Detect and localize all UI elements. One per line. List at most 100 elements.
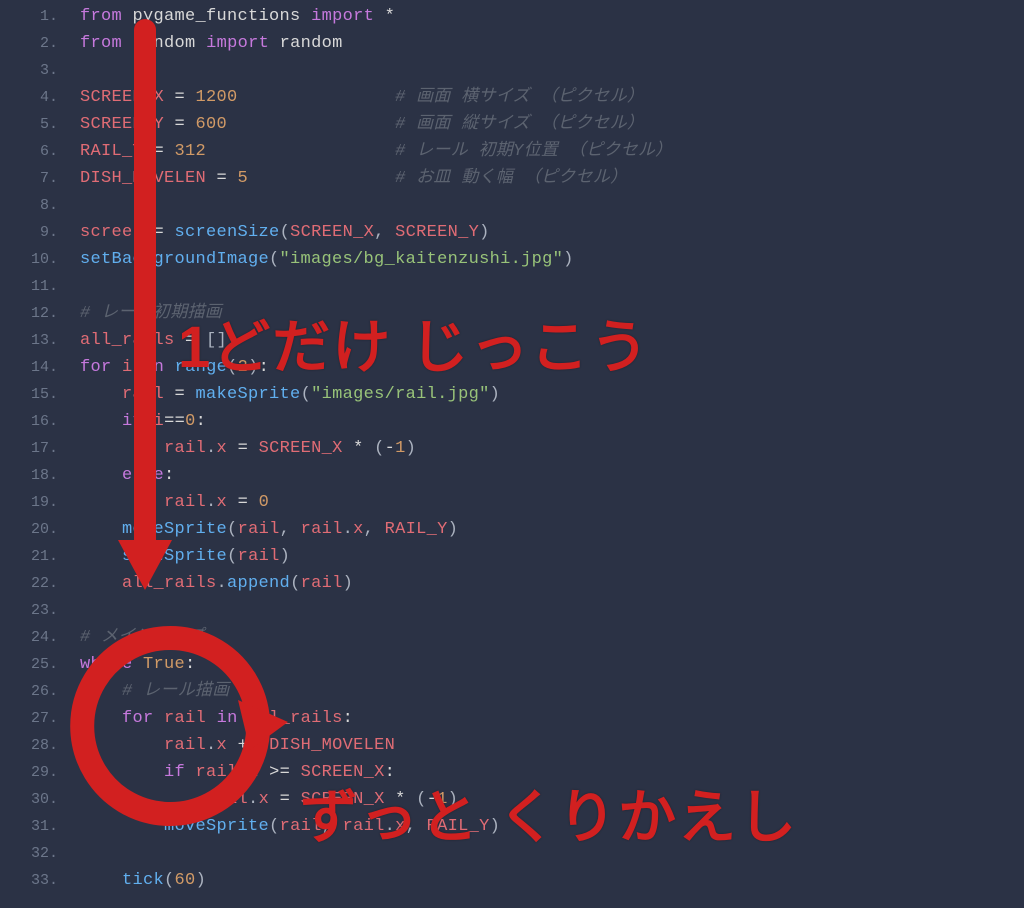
token-var: rail <box>164 439 206 458</box>
code-line[interactable] <box>80 840 1024 867</box>
token-op <box>206 709 217 728</box>
token-op: : <box>385 763 396 782</box>
line-number: 10. <box>0 246 58 273</box>
line-number: 19. <box>0 489 58 516</box>
code-line[interactable]: rail.x = SCREEN_X * (-1) <box>80 786 1024 813</box>
line-number: 12. <box>0 300 58 327</box>
line-number: 26. <box>0 678 58 705</box>
token-num: 312 <box>175 142 207 161</box>
code-line[interactable]: SCREEN_Y = 600 # 画面 縦サイズ （ピクセル） <box>80 111 1024 138</box>
token-fn: showSprite <box>122 547 227 566</box>
code-line[interactable]: rail.x = SCREEN_X * (-1) <box>80 435 1024 462</box>
code-line[interactable]: # レール初期描画 <box>80 300 1024 327</box>
code-line[interactable] <box>80 273 1024 300</box>
token-mod: random <box>280 34 343 53</box>
token-var: rail <box>238 520 280 539</box>
token-op <box>248 169 395 188</box>
token-var: rail <box>164 709 206 728</box>
code-line[interactable]: DISH_MOVELEN = 5 # お皿 動く幅 （ピクセル） <box>80 165 1024 192</box>
token-var: DISH_MOVELEN <box>269 736 395 755</box>
token-punc: . <box>343 520 354 539</box>
token-kw: for <box>122 709 154 728</box>
code-line[interactable]: else: <box>80 462 1024 489</box>
token-fn: append <box>227 574 290 593</box>
line-number: 4. <box>0 84 58 111</box>
token-var: x <box>248 763 259 782</box>
token-var: screen <box>80 223 143 242</box>
token-op: * <box>385 790 417 809</box>
code-line[interactable]: for i in range(2): <box>80 354 1024 381</box>
code-line[interactable]: SCREEN_X = 1200 # 画面 横サイズ （ピクセル） <box>80 84 1024 111</box>
token-punc: ( <box>301 385 312 404</box>
token-kw: from <box>80 7 122 26</box>
code-line[interactable]: # レール描画 <box>80 678 1024 705</box>
token-cmt: # 画面 横サイズ （ピクセル） <box>395 88 644 107</box>
token-op <box>374 7 385 26</box>
code-line[interactable]: for rail in all_rails: <box>80 705 1024 732</box>
code-line[interactable]: moveSprite(rail, rail.x, RAIL_Y) <box>80 516 1024 543</box>
line-number: 8. <box>0 192 58 219</box>
code-line[interactable]: moveSprite(rail, rail.x, RAIL_Y) <box>80 813 1024 840</box>
token-punc: . <box>206 439 217 458</box>
line-number: 25. <box>0 651 58 678</box>
token-var: rail <box>164 736 206 755</box>
code-line[interactable]: rail = makeSprite("images/rail.jpg") <box>80 381 1024 408</box>
code-line[interactable]: from pygame_functions import * <box>80 3 1024 30</box>
token-var: SCREEN_X <box>301 763 385 782</box>
token-op <box>238 709 249 728</box>
token-op <box>206 142 395 161</box>
code-line[interactable]: all_rails.append(rail) <box>80 570 1024 597</box>
token-fn: makeSprite <box>196 385 301 404</box>
token-num: 1 <box>395 439 406 458</box>
token-var: i <box>122 358 133 377</box>
token-cmt: # レール初期描画 <box>80 304 222 323</box>
token-var: RAIL_Y <box>427 817 490 836</box>
token-var: x <box>217 439 228 458</box>
code-line[interactable]: while True: <box>80 651 1024 678</box>
token-var: i <box>154 412 165 431</box>
code-line[interactable]: # メインループ <box>80 624 1024 651</box>
code-line[interactable]: showSprite(rail) <box>80 543 1024 570</box>
code-line[interactable]: rail.x += DISH_MOVELEN <box>80 732 1024 759</box>
token-op <box>301 7 312 26</box>
token-var: x <box>217 493 228 512</box>
token-op <box>80 709 122 728</box>
code-line[interactable]: tick(60) <box>80 867 1024 894</box>
token-op: == <box>164 412 185 431</box>
code-line[interactable] <box>80 597 1024 624</box>
line-number: 17. <box>0 435 58 462</box>
code-editor[interactable]: 1.2.3.4.5.6.7.8.9.10.11.12.13.14.15.16.1… <box>0 0 1024 908</box>
token-op <box>80 385 122 404</box>
line-number: 21. <box>0 543 58 570</box>
token-punc: . <box>248 790 259 809</box>
token-op: += <box>227 736 269 755</box>
token-op: - <box>427 790 438 809</box>
token-fn: moveSprite <box>164 817 269 836</box>
code-line[interactable]: rail.x = 0 <box>80 489 1024 516</box>
code-line[interactable]: from random import random <box>80 30 1024 57</box>
code-line[interactable]: screen = screenSize(SCREEN_X, SCREEN_Y) <box>80 219 1024 246</box>
line-number: 3. <box>0 57 58 84</box>
token-var: DISH_MOVELEN <box>80 169 206 188</box>
line-number: 16. <box>0 408 58 435</box>
token-kw: in <box>217 709 238 728</box>
code-line[interactable]: setBackgroundImage("images/bg_kaitenzush… <box>80 246 1024 273</box>
token-op <box>80 574 122 593</box>
code-line[interactable]: if rail.x >= SCREEN_X: <box>80 759 1024 786</box>
token-cmt: # お皿 動く幅 （ピクセル） <box>395 169 627 188</box>
token-op <box>80 547 122 566</box>
token-punc: ( <box>227 520 238 539</box>
code-line[interactable] <box>80 192 1024 219</box>
token-op: : <box>196 412 207 431</box>
code-line[interactable]: if i==0: <box>80 408 1024 435</box>
token-punc: ( <box>269 250 280 269</box>
code-line[interactable]: RAIL_Y = 312 # レール 初期Y位置 （ピクセル） <box>80 138 1024 165</box>
code-content[interactable]: from pygame_functions import *from rando… <box>80 3 1024 908</box>
token-op <box>122 7 133 26</box>
token-num: 5 <box>238 169 249 188</box>
code-line[interactable] <box>80 57 1024 84</box>
line-number: 24. <box>0 624 58 651</box>
line-number: 28. <box>0 732 58 759</box>
token-op <box>80 412 122 431</box>
code-line[interactable]: all_rails = [] <box>80 327 1024 354</box>
